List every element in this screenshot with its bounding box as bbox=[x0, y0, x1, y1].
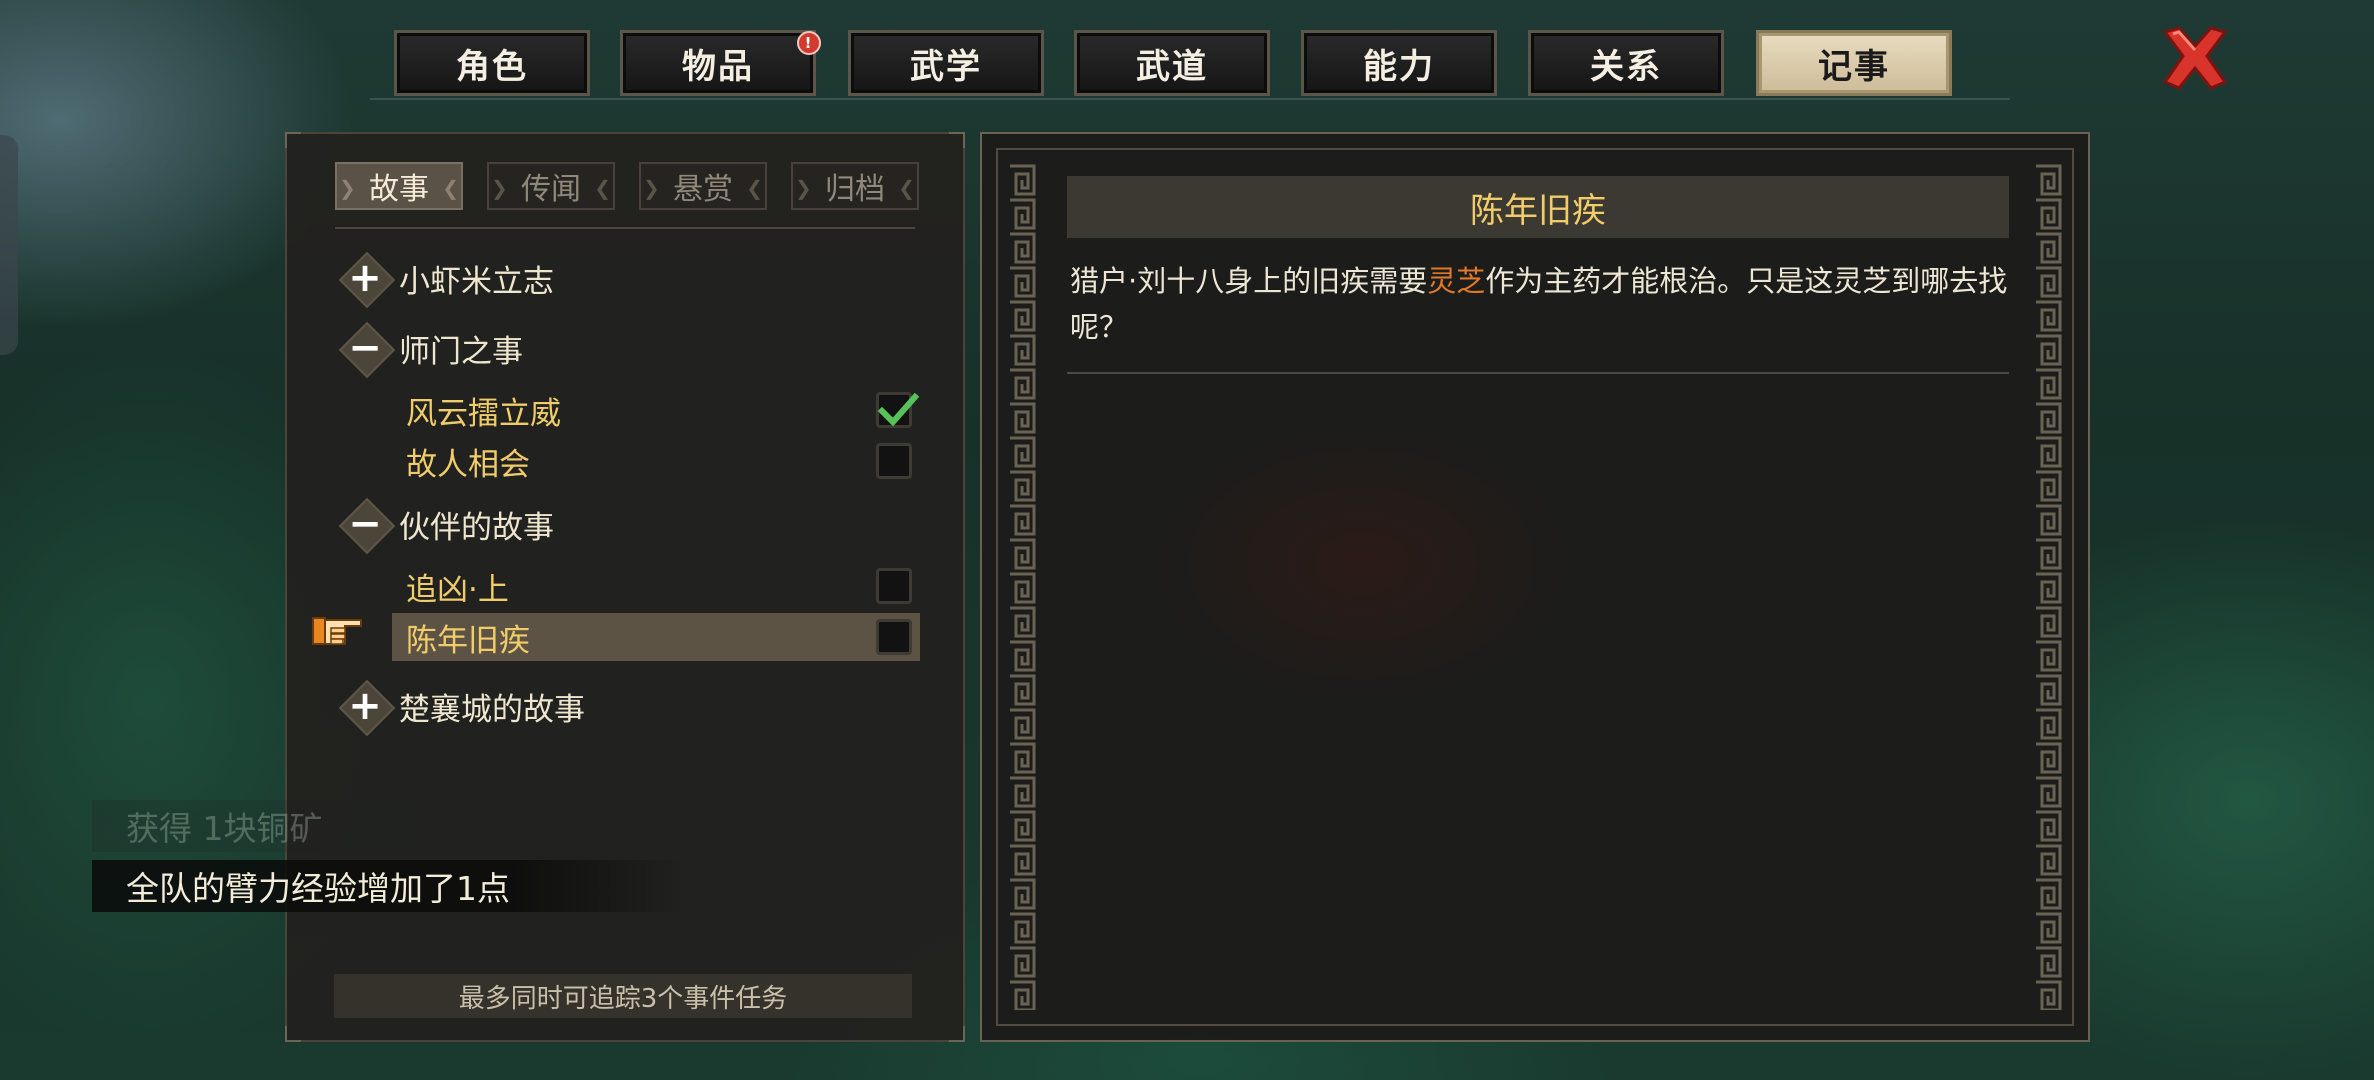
greek-key-border-right bbox=[2032, 164, 2064, 1010]
close-x-icon bbox=[2162, 26, 2228, 90]
quest-label: 风云擂立威 bbox=[406, 395, 561, 432]
checkmark-icon bbox=[877, 392, 920, 427]
chevron-right-icon: ❯ bbox=[643, 176, 660, 200]
collapse-minus-icon: − bbox=[337, 496, 393, 552]
tab-label: 武道 bbox=[1136, 46, 1208, 87]
panel-corner bbox=[949, 1026, 965, 1042]
panel-corner bbox=[285, 1026, 301, 1042]
desc-text: 猎户·刘十八身上的旧疾需要 bbox=[1070, 264, 1428, 298]
group-label: 伙伴的故事 bbox=[399, 509, 554, 546]
tab-label: 能力 bbox=[1363, 46, 1435, 87]
chevron-right-icon: ❯ bbox=[339, 176, 356, 200]
chevron-left-icon: ❮ bbox=[898, 176, 915, 200]
chevron-right-icon: ❯ bbox=[795, 176, 812, 200]
subtab-label: 故事 bbox=[369, 172, 429, 207]
panel-corner bbox=[949, 132, 965, 148]
chevron-left-icon: ❮ bbox=[594, 176, 611, 200]
track-limit-note: 最多同时可追踪3个事件任务 bbox=[334, 974, 912, 1018]
side-drawer-handle[interactable] bbox=[0, 135, 18, 355]
track-checkbox[interactable] bbox=[876, 443, 912, 479]
quest-label: 陈年旧疾 bbox=[406, 622, 530, 659]
greek-key-border-left bbox=[1006, 164, 1038, 1010]
quest-item-selected[interactable]: 陈年旧疾 bbox=[392, 613, 920, 661]
tab-label: 角色 bbox=[456, 46, 528, 87]
track-checkbox[interactable] bbox=[876, 568, 912, 604]
tab-label: 关系 bbox=[1590, 46, 1662, 87]
subtab-rumors[interactable]: ❯ 传闻 ❮ bbox=[487, 162, 615, 210]
tab-label: 记事 bbox=[1818, 46, 1890, 87]
quest-item[interactable]: 追凶·上 bbox=[392, 562, 920, 610]
chevron-left-icon: ❮ bbox=[442, 176, 459, 200]
group-label: 小虾米立志 bbox=[399, 263, 554, 300]
track-checkbox[interactable] bbox=[876, 392, 920, 428]
subtab-archive[interactable]: ❯ 归档 ❮ bbox=[791, 162, 919, 210]
chevron-left-icon: ❮ bbox=[746, 176, 763, 200]
quest-detail-panel: 陈年旧疾 猎户·刘十八身上的旧疾需要灵芝作为主药才能根治。只是这灵芝到哪去找呢？ bbox=[980, 132, 2090, 1042]
subtab-label: 悬赏 bbox=[673, 172, 733, 207]
tab-items[interactable]: 物品! bbox=[620, 30, 821, 96]
expand-plus-icon: + bbox=[337, 250, 393, 306]
close-button[interactable] bbox=[2155, 18, 2235, 98]
tab-character[interactable]: 角色 bbox=[394, 30, 590, 96]
notification-main: 全队的臂力经验增加了1点 bbox=[92, 860, 686, 912]
quest-description: 猎户·刘十八身上的旧疾需要灵芝作为主药才能根治。只是这灵芝到哪去找呢？ bbox=[1070, 258, 2010, 350]
subtab-divider bbox=[335, 227, 915, 229]
tab-journal[interactable]: 记事 bbox=[1756, 30, 1952, 96]
tab-label: 武学 bbox=[910, 46, 982, 87]
chevron-right-icon: ❯ bbox=[491, 176, 508, 200]
group-label: 师门之事 bbox=[399, 333, 523, 370]
track-checkbox[interactable] bbox=[876, 619, 912, 655]
detail-divider bbox=[1067, 372, 2009, 374]
tab-abilities[interactable]: 能力 bbox=[1301, 30, 1497, 96]
tab-martial-arts[interactable]: 武学 bbox=[848, 30, 1044, 96]
expand-plus-icon: + bbox=[337, 678, 393, 734]
subtab-stories[interactable]: ❯ 故事 ❮ bbox=[335, 162, 463, 210]
subtab-label: 归档 bbox=[825, 172, 885, 207]
group-chuxiang-city[interactable]: + 楚襄城的故事 bbox=[337, 678, 585, 734]
group-label: 楚襄城的故事 bbox=[399, 691, 585, 728]
tab-label: 物品 bbox=[682, 46, 754, 87]
journal-subtabs: ❯ 故事 ❮ ❯ 传闻 ❮ ❯ 悬赏 ❮ ❯ 归档 ❮ bbox=[335, 162, 919, 210]
tab-relations[interactable]: 关系 bbox=[1528, 30, 1724, 96]
panel-corner bbox=[285, 132, 301, 148]
subtab-label: 传闻 bbox=[521, 172, 581, 207]
quest-title: 陈年旧疾 bbox=[1067, 176, 2009, 238]
notification-faded: 获得 1块铜矿 bbox=[92, 800, 666, 852]
top-tab-bar: 角色 物品! 武学 武道 能力 关系 记事 bbox=[370, 0, 2010, 100]
quest-label: 故人相会 bbox=[406, 446, 530, 483]
quest-label: 追凶·上 bbox=[406, 571, 509, 608]
group-xiaxiami[interactable]: + 小虾米立志 bbox=[337, 250, 554, 306]
tab-martial-way[interactable]: 武道 bbox=[1074, 30, 1270, 96]
quest-item[interactable]: 故人相会 bbox=[392, 437, 920, 485]
group-companion-stories[interactable]: − 伙伴的故事 bbox=[337, 496, 554, 552]
notification-badge: ! bbox=[797, 31, 821, 55]
subtab-bounties[interactable]: ❯ 悬赏 ❮ bbox=[639, 162, 767, 210]
desc-highlight-item: 灵芝 bbox=[1427, 264, 1486, 298]
quest-item[interactable]: 风云擂立威 bbox=[392, 386, 920, 434]
pointing-hand-icon bbox=[311, 610, 367, 654]
group-sect-affairs[interactable]: − 师门之事 bbox=[337, 320, 523, 376]
collapse-minus-icon: − bbox=[337, 320, 393, 376]
